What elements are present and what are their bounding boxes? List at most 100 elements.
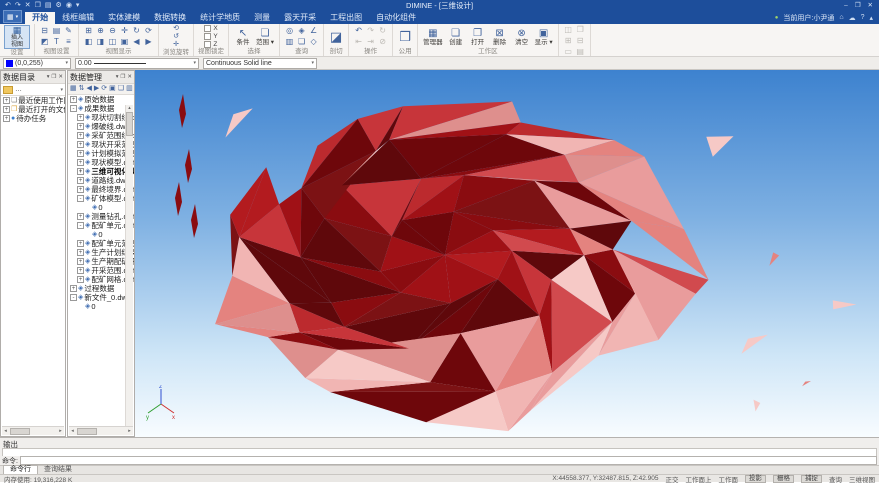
ribbon-tab[interactable]: 自动化组件 xyxy=(369,12,423,24)
save-icon[interactable]: ▣ xyxy=(109,84,116,94)
prev-view-icon[interactable]: ◀ xyxy=(131,37,142,47)
clipboard-icon[interactable]: ❐ xyxy=(35,0,41,11)
color-combobox[interactable]: (0,0,255) ▾ xyxy=(3,58,71,69)
tree-expander-icon[interactable]: + xyxy=(77,132,84,139)
report-icon[interactable]: ▥ xyxy=(126,84,133,94)
tree-expander-icon[interactable]: + xyxy=(3,115,10,122)
record-icon[interactable]: ◉ xyxy=(66,0,72,11)
command-input[interactable] xyxy=(20,456,877,465)
panel-close-icon[interactable]: ✕ xyxy=(58,74,63,80)
tree-expander-icon[interactable]: + xyxy=(77,141,84,148)
section-box-icon[interactable]: ◪ xyxy=(328,29,344,45)
redo-icon[interactable]: ↷ xyxy=(15,0,21,11)
select-by-condition-button[interactable]: ↖条件 xyxy=(233,28,253,46)
vertical-scrollbar[interactable]: ▴ xyxy=(125,105,133,426)
line-style-combobox[interactable]: Continuous Solid line ▾ xyxy=(203,58,317,69)
panel-menu-icon[interactable]: ▾ xyxy=(47,74,50,80)
orbit-icon[interactable]: ⟲ xyxy=(171,25,182,33)
ribbon-tab[interactable]: 数据转换 xyxy=(147,12,193,24)
list-item[interactable]: +❏最近使用工作目录 xyxy=(1,96,65,105)
scroll-thumb[interactable] xyxy=(126,112,133,136)
cloud-icon[interactable]: ☁ xyxy=(849,14,856,22)
ribbon-tab[interactable]: 工程出图 xyxy=(323,12,369,24)
zoom-extents-icon[interactable]: ▣ xyxy=(119,37,130,47)
workspace-delete-button[interactable]: ⊠删除 xyxy=(490,28,510,46)
zoom-out-icon[interactable]: ⊖ xyxy=(107,26,118,36)
ribbon-tab[interactable]: 实体建模 xyxy=(101,12,147,24)
tree-expander-icon[interactable]: + xyxy=(77,114,84,121)
layers-icon[interactable]: ≡ xyxy=(63,37,74,47)
tree-expander-icon[interactable]: + xyxy=(77,150,84,157)
query-area-icon[interactable]: ◈ xyxy=(296,26,307,36)
home-icon[interactable]: ⌂ xyxy=(839,14,843,21)
list-item[interactable]: +❒最近打开的文件 xyxy=(1,105,65,114)
zoom-in-icon[interactable]: ⊕ xyxy=(95,26,106,36)
scroll-right-icon[interactable]: ▸ xyxy=(126,428,133,434)
tree-expander-icon[interactable]: + xyxy=(70,96,77,103)
horizontal-scrollbar[interactable]: ◂ ▸ xyxy=(2,426,64,435)
background-icon[interactable]: ◩ xyxy=(39,37,50,47)
panel-menu-icon[interactable]: ▾ xyxy=(116,74,119,80)
next-view-icon[interactable]: ▶ xyxy=(143,37,154,47)
query-volume-icon[interactable]: ◇ xyxy=(308,37,319,47)
tree-expander-icon[interactable]: + xyxy=(70,285,77,292)
directory-combobox[interactable]: … ▾ xyxy=(1,84,65,96)
maximize-button[interactable]: ❐ xyxy=(855,0,861,11)
spin-icon[interactable]: ↺ xyxy=(171,33,182,41)
help-icon[interactable]: ? xyxy=(861,14,865,21)
top-view-icon[interactable]: ◨ xyxy=(95,37,106,47)
tree-expander-icon[interactable]: + xyxy=(77,249,84,256)
settings-icon[interactable]: ⚙ xyxy=(56,0,62,11)
ribbon-tab[interactable]: 线框编辑 xyxy=(55,12,101,24)
select-by-range-button[interactable]: ❏范围 ▾ xyxy=(255,28,275,46)
scroll-right-icon[interactable]: ▸ xyxy=(57,428,64,434)
insert-view-button[interactable]: ▦插入视图 xyxy=(4,25,30,49)
delete-icon[interactable]: ✕ xyxy=(25,0,31,11)
window-split-icon[interactable]: ▤ xyxy=(51,26,62,36)
regen-icon[interactable]: ⟳ xyxy=(143,26,154,36)
tree-expander-icon[interactable]: + xyxy=(77,258,84,265)
layout-icon[interactable]: ▤ xyxy=(45,0,52,11)
panel-float-icon[interactable]: ❐ xyxy=(51,74,56,80)
iso-view-icon[interactable]: ◫ xyxy=(107,37,118,47)
tree-expander-icon[interactable]: - xyxy=(77,222,84,229)
lock-y-checkbox[interactable]: Y xyxy=(204,33,217,40)
panel-close-icon[interactable]: ✕ xyxy=(127,74,132,80)
lock-z-checkbox[interactable]: Z xyxy=(204,41,217,48)
ribbon-tab[interactable]: 开始 xyxy=(25,12,55,24)
tree-expander-icon[interactable]: + xyxy=(77,123,84,130)
status-toggle-button[interactable]: 栅格 xyxy=(773,475,794,483)
back-icon[interactable]: ◀ xyxy=(87,84,92,94)
tree-expander-icon[interactable]: + xyxy=(77,168,84,175)
common-tools-icon[interactable]: ❒ xyxy=(397,29,413,45)
viewport-3d[interactable]: xyz xyxy=(135,70,879,437)
tree-expander-icon[interactable]: + xyxy=(77,177,84,184)
tree-expander-icon[interactable]: - xyxy=(77,195,84,202)
qat-more-icon[interactable]: ▾ xyxy=(76,0,80,11)
panel-float-icon[interactable]: ❐ xyxy=(120,74,125,80)
status-toggle-button[interactable]: 投影 xyxy=(745,475,766,483)
free-rotate-icon[interactable]: ✛ xyxy=(171,41,182,49)
ribbon-tab[interactable]: 露天开采 xyxy=(277,12,323,24)
workspace-open-button[interactable]: ❐打开 xyxy=(468,28,488,46)
tree-expander-icon[interactable]: + xyxy=(77,276,84,283)
line-width-combobox[interactable]: 0.00 ▾ xyxy=(75,58,199,69)
refresh-icon[interactable]: ⟳ xyxy=(101,84,107,94)
query-point-icon[interactable]: ▥ xyxy=(284,37,295,47)
tree-row[interactable]: +◈原始数据 xyxy=(68,95,134,104)
workspace-create-button[interactable]: ❏创建 xyxy=(446,28,466,46)
scroll-up-icon[interactable]: ▴ xyxy=(128,105,131,111)
text-style-icon[interactable]: T xyxy=(51,37,62,47)
zoom-window-icon[interactable]: ⊞ xyxy=(83,26,94,36)
scroll-left-icon[interactable]: ◂ xyxy=(69,428,76,434)
ribbon-tab[interactable]: 统计学地质 xyxy=(193,12,247,24)
data-list-icon[interactable]: ▦ xyxy=(70,84,77,94)
status-extra-button[interactable]: 查询 xyxy=(829,474,842,484)
close-button[interactable]: ✕ xyxy=(868,0,873,11)
status-toggle-button[interactable]: 捕捉 xyxy=(801,475,822,483)
tree-expander-icon[interactable]: + xyxy=(77,267,84,274)
pan-icon[interactable]: ✛ xyxy=(119,26,130,36)
workspace-show-button[interactable]: ▣显示 ▾ xyxy=(534,28,554,46)
rotate-view-icon[interactable]: ↻ xyxy=(131,26,142,36)
query-distance-icon[interactable]: ◎ xyxy=(284,26,295,36)
